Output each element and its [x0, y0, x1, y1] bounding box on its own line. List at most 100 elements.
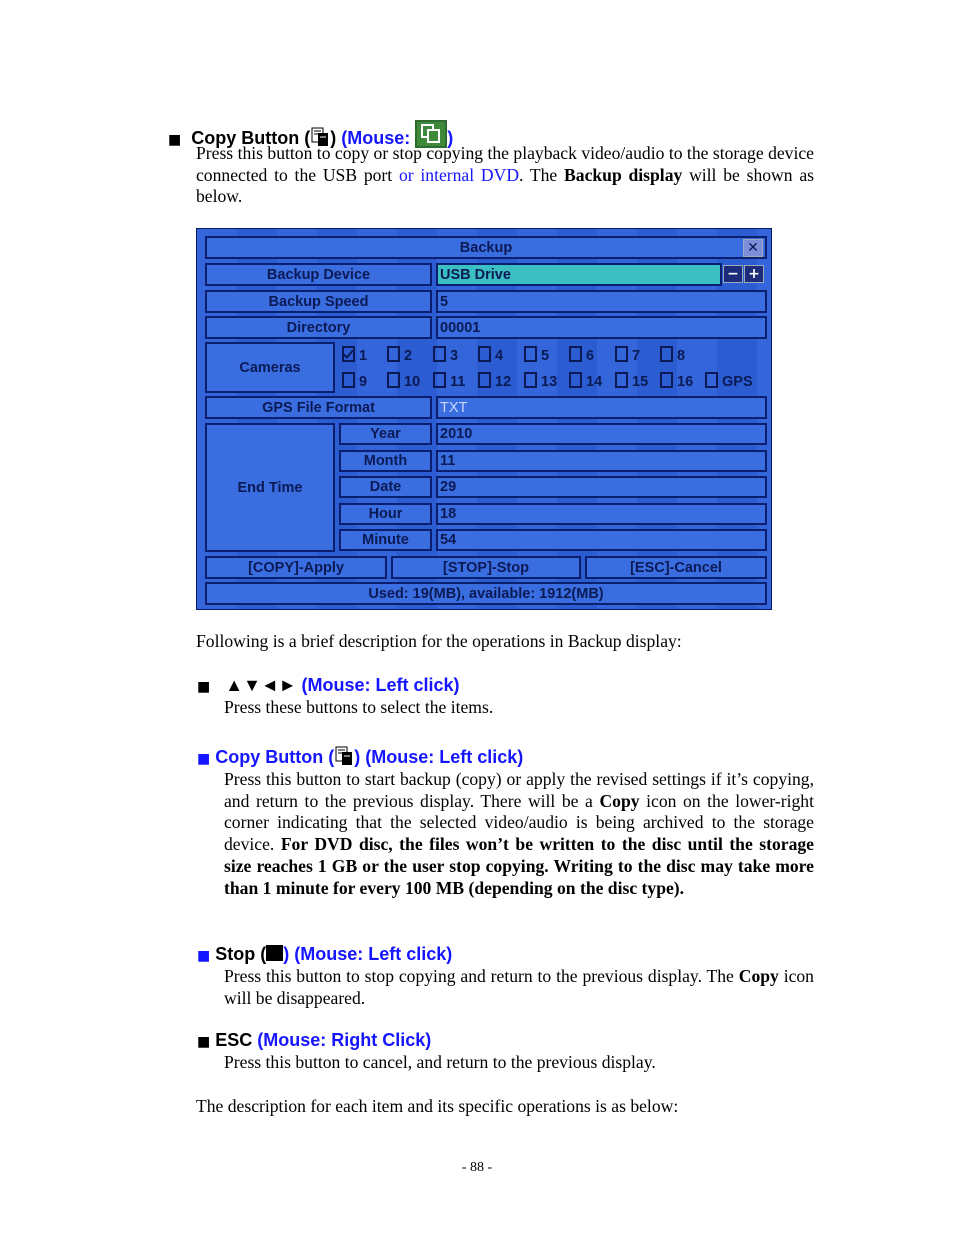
- heading-text: Stop (: [215, 944, 267, 964]
- text-bold: Backup display: [564, 164, 683, 185]
- checkbox-icon[interactable]: [478, 346, 491, 362]
- closing-text: The description for each item and its sp…: [196, 1096, 679, 1116]
- camera-checkbox[interactable]: 5: [524, 346, 549, 364]
- end-time-month-value[interactable]: 11: [436, 449, 767, 472]
- camera-checkbox[interactable]: 16: [660, 372, 693, 390]
- camera-checkbox[interactable]: 6: [569, 346, 594, 364]
- camera-label: 9: [359, 374, 368, 390]
- camera-label: 3: [450, 348, 459, 364]
- square-bullet-icon: ■: [197, 679, 211, 695]
- text: Press this button to stop copying and re…: [224, 966, 739, 986]
- checkbox-icon[interactable]: [387, 346, 400, 362]
- end-time-hour-value[interactable]: 18: [436, 502, 767, 525]
- checkbox-checked-icon[interactable]: [342, 346, 355, 362]
- storage-status: Used: 19(MB), available: 1912(MB): [205, 582, 767, 605]
- square-bullet-icon: ■: [168, 132, 182, 148]
- heading-text: ) (Mouse: Left click): [283, 944, 453, 964]
- copy-button-heading: ■ Copy Button ( ) (Mouse: Left click): [197, 746, 523, 768]
- camera-label: 2: [404, 348, 413, 364]
- checkbox-icon[interactable]: [524, 346, 537, 362]
- camera-checkbox[interactable]: 13: [524, 372, 557, 390]
- camera-checkbox[interactable]: 2: [387, 346, 412, 364]
- checkbox-icon[interactable]: [660, 372, 673, 388]
- stop-square-icon: [266, 945, 284, 961]
- copy-apply-button[interactable]: [COPY]-Apply: [205, 556, 387, 579]
- end-time-hour-label: Hour: [339, 502, 432, 525]
- camera-label: 10: [404, 374, 421, 390]
- minus-button[interactable]: −: [723, 265, 743, 283]
- stop-button[interactable]: [STOP]-Stop: [391, 556, 581, 579]
- camera-checkbox[interactable]: 12: [478, 372, 511, 390]
- stop-paragraph: Press this button to stop copying and re…: [224, 966, 814, 1009]
- camera-checkbox[interactable]: 1: [342, 346, 367, 364]
- checkbox-icon[interactable]: [478, 372, 491, 388]
- backup-speed-label: Backup Speed: [205, 290, 432, 313]
- camera-checkbox[interactable]: 7: [615, 346, 640, 364]
- esc-heading: ■ ESC (Mouse: Right Click): [197, 1030, 431, 1051]
- checkbox-icon[interactable]: [615, 372, 628, 388]
- directory-value[interactable]: 00001: [436, 316, 767, 339]
- checkbox-icon[interactable]: [660, 346, 673, 362]
- camera-checkbox[interactable]: 4: [478, 346, 503, 364]
- stop-heading: ■ Stop ( ) (Mouse: Left click): [197, 944, 452, 965]
- text-bold: Copy: [738, 966, 779, 986]
- square-bullet-icon: ■: [197, 751, 211, 767]
- end-time-label: End Time: [205, 423, 335, 552]
- camera-label: 12: [495, 374, 512, 390]
- page-number: - 88 -: [461, 1160, 493, 1175]
- camera-checkbox[interactable]: 3: [433, 346, 458, 364]
- copy-button-paragraph: Press this button to start backup (copy)…: [224, 769, 814, 899]
- checkbox-icon[interactable]: [524, 372, 537, 388]
- camera-label: 16: [677, 374, 694, 390]
- checkbox-icon[interactable]: [569, 372, 582, 388]
- mouse-label: (Mouse: Left click): [301, 675, 460, 695]
- end-time-date-value[interactable]: 29: [436, 476, 767, 499]
- square-bullet-icon: ■: [197, 1034, 211, 1050]
- arrow-symbols: ▲▼◄►: [225, 675, 297, 695]
- camera-checkbox[interactable]: 10: [387, 372, 420, 390]
- backup-dialog: Backup ✕ Backup Device USB Drive − + Bac…: [196, 228, 772, 610]
- heading-text: ESC: [215, 1030, 253, 1050]
- gps-file-format-value[interactable]: TXT: [436, 396, 767, 419]
- heading-text: Copy Button (: [215, 747, 335, 767]
- end-time-year-value[interactable]: 2010: [436, 423, 767, 445]
- camera-label: GPS: [722, 374, 753, 390]
- close-x-icon[interactable]: ✕: [743, 239, 763, 257]
- checkbox-icon[interactable]: [569, 346, 582, 362]
- end-time-minute-value[interactable]: 54: [436, 529, 767, 552]
- camera-checkbox[interactable]: 14: [569, 372, 602, 390]
- text-bold: For DVD disc, the files won’t be written…: [224, 834, 814, 898]
- camera-label: 8: [677, 348, 686, 364]
- checkbox-icon[interactable]: [342, 372, 355, 388]
- checkbox-icon[interactable]: [433, 372, 446, 388]
- end-time-date-label: Date: [339, 476, 432, 499]
- heading-text: ) (Mouse: Left click): [354, 747, 524, 767]
- checkbox-icon[interactable]: [433, 346, 446, 362]
- cameras-label: Cameras: [205, 342, 335, 393]
- directory-label: Directory: [205, 316, 432, 339]
- camera-label: 6: [586, 348, 595, 364]
- arrow-keys-heading: ■ ▲▼◄► (Mouse: Left click): [197, 675, 460, 696]
- backup-device-label: Backup Device: [205, 263, 432, 286]
- checkbox-icon[interactable]: [387, 372, 400, 388]
- camera-label: 1: [359, 348, 368, 364]
- plus-button[interactable]: +: [744, 265, 764, 283]
- backup-speed-value[interactable]: 5: [436, 290, 767, 313]
- square-bullet-icon: ■: [197, 948, 211, 964]
- section1-paragraph: Press this button to copy or stop copyin…: [196, 143, 814, 208]
- camera-checkbox[interactable]: 9: [342, 372, 367, 390]
- copy-document-icon: [335, 746, 353, 765]
- gps-file-format-label: GPS File Format: [205, 396, 432, 419]
- camera-label: 4: [495, 348, 504, 364]
- checkbox-icon[interactable]: [705, 372, 718, 388]
- camera-checkbox[interactable]: 8: [660, 346, 685, 364]
- camera-checkbox[interactable]: GPS: [705, 372, 753, 390]
- backup-device-value[interactable]: USB Drive: [436, 263, 722, 286]
- camera-label: 5: [541, 348, 550, 364]
- checkbox-icon[interactable]: [615, 346, 628, 362]
- esc-cancel-button[interactable]: [ESC]-Cancel: [585, 556, 767, 579]
- camera-checkbox[interactable]: 11: [433, 372, 465, 390]
- camera-checkbox[interactable]: 15: [615, 372, 648, 390]
- end-time-year-label: Year: [339, 423, 432, 445]
- arrow-keys-text: Press these buttons to select the items.: [224, 697, 494, 717]
